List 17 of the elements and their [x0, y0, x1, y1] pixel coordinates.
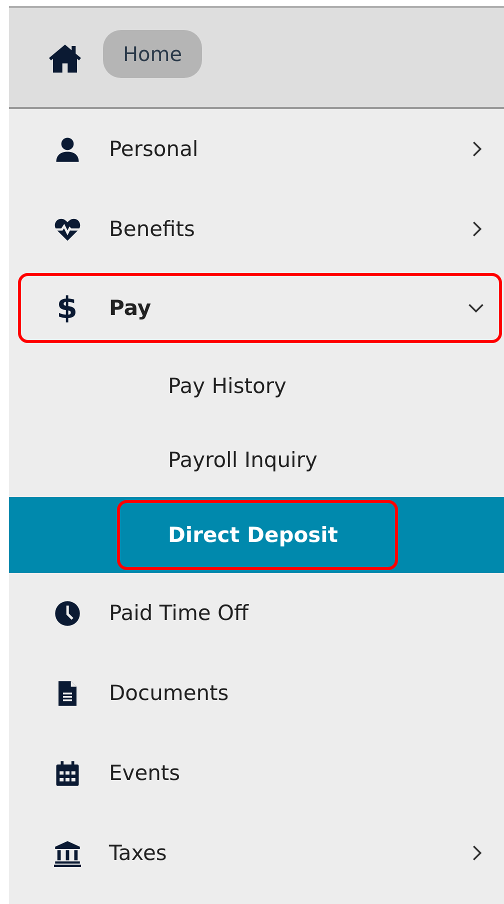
nav-item[interactable]: Events: [9, 733, 504, 813]
person-icon: [54, 136, 80, 162]
nav-item[interactable]: Benefits: [9, 189, 504, 269]
nav-item[interactable]: Paid Time Off: [9, 573, 504, 653]
dollar-icon: $: [56, 290, 78, 326]
nav-item[interactable]: Documents: [9, 653, 504, 733]
nav-subitem[interactable]: Payroll Inquiry: [9, 423, 504, 497]
annotation-frame: Direct Deposit: [117, 500, 398, 570]
nav-item[interactable]: Taxes: [9, 813, 504, 893]
nav-subitem[interactable]: Direct Deposit: [9, 497, 504, 573]
bank-icon: [54, 840, 80, 866]
clock-icon: [54, 600, 80, 626]
nav-item[interactable]: $ Pay: [18, 273, 502, 343]
nav-item[interactable]: Personal: [9, 109, 504, 189]
calendar-icon: [54, 760, 80, 786]
nav-subitem[interactable]: Pay History: [9, 349, 504, 423]
home-button[interactable]: Home: [103, 30, 202, 78]
